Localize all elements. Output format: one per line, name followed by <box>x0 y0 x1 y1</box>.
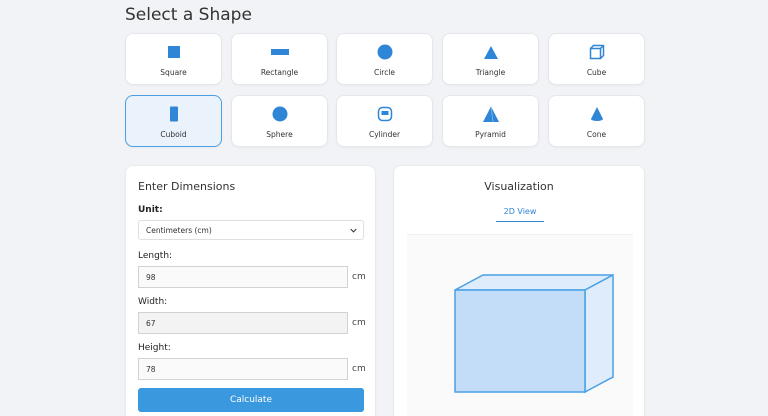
dimensions-title: Enter Dimensions <box>138 180 236 193</box>
shape-label: Cuboid <box>160 130 187 139</box>
square-icon <box>126 43 221 61</box>
unit-select[interactable]: Centimeters (cm) <box>138 220 364 240</box>
shape-card-triangle[interactable]: Triangle <box>442 33 539 85</box>
length-input[interactable]: 98 <box>138 266 348 288</box>
page-title: Select a Shape <box>125 5 252 25</box>
sphere-icon <box>232 105 327 123</box>
height-value: 78 <box>146 365 156 374</box>
height-input[interactable]: 78 <box>138 358 348 380</box>
cuboid-side-face <box>584 273 614 394</box>
shape-label: Cone <box>586 130 607 139</box>
calculate-button[interactable]: Calculate <box>138 388 364 412</box>
shape-label: Pyramid <box>475 130 506 139</box>
width-label: Width: <box>138 297 168 307</box>
shape-card-pyramid[interactable]: Pyramid <box>442 95 539 147</box>
cuboid-front-face <box>454 289 586 393</box>
shape-card-cylinder[interactable]: Cylinder <box>336 95 433 147</box>
visualization-title: Visualization <box>484 180 554 193</box>
cuboid-icon <box>126 105 221 123</box>
shape-card-sphere[interactable]: Sphere <box>231 95 328 147</box>
cuboid-drawing <box>454 273 614 394</box>
shape-label: Square <box>160 68 187 77</box>
shape-card-cuboid[interactable]: Cuboid <box>125 95 222 147</box>
shape-label: Cube <box>586 68 607 77</box>
cone-icon <box>549 105 644 123</box>
unit-label: Unit: <box>138 205 163 215</box>
pyramid-icon <box>443 105 538 123</box>
cylinder-icon <box>337 105 432 123</box>
length-value: 98 <box>146 273 156 282</box>
rectangle-icon <box>232 43 327 61</box>
height-label: Height: <box>138 343 171 353</box>
chevron-down-icon <box>350 228 357 233</box>
visualization-panel: Visualization 2D View <box>393 165 645 416</box>
width-input[interactable]: 67 <box>138 312 348 334</box>
cube-icon <box>549 43 644 61</box>
width-value: 67 <box>146 319 156 328</box>
shape-label: Cylinder <box>368 130 401 139</box>
shape-card-rectangle[interactable]: Rectangle <box>231 33 328 85</box>
shape-card-square[interactable]: Square <box>125 33 222 85</box>
width-unit: cm <box>352 318 366 328</box>
height-unit: cm <box>352 364 366 374</box>
shape-card-cone[interactable]: Cone <box>548 95 645 147</box>
shape-card-cube[interactable]: Cube <box>548 33 645 85</box>
shape-label: Rectangle <box>260 68 299 77</box>
length-label: Length: <box>138 251 173 261</box>
shape-card-circle[interactable]: Circle <box>336 33 433 85</box>
dimensions-panel: Enter Dimensions Unit: Centimeters (cm) … <box>125 165 376 416</box>
triangle-icon <box>443 43 538 61</box>
shape-label: Sphere <box>266 130 293 139</box>
visualization-canvas <box>407 234 633 416</box>
shape-label: Circle <box>373 68 396 77</box>
unit-select-value: Centimeters (cm) <box>146 226 212 235</box>
circle-icon <box>337 43 432 61</box>
tab-2d-view[interactable]: 2D View <box>496 207 544 222</box>
length-unit: cm <box>352 272 366 282</box>
shape-label: Triangle <box>475 68 506 77</box>
